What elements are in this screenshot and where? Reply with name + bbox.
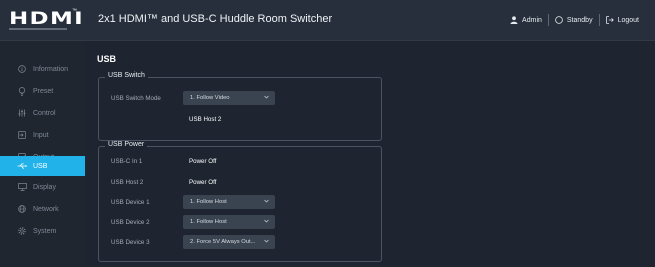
- bulb-icon: [17, 86, 27, 96]
- gear-icon: [17, 227, 27, 235]
- usb-device-2-select[interactable]: 1. Follow Host: [183, 215, 275, 229]
- info-icon: [17, 65, 27, 73]
- usb-device-3-select[interactable]: 2. Force 5V Always Out...: [183, 235, 275, 249]
- chevron-down-icon: [264, 239, 269, 245]
- sidebar-item-label: Control: [33, 109, 56, 117]
- logout-button[interactable]: Logout: [600, 16, 645, 24]
- usb-power-group: USB Power USB-C In 1 Power Off USB Host …: [98, 141, 382, 262]
- user-menu[interactable]: Admin: [504, 16, 548, 24]
- user-label: Admin: [522, 16, 542, 24]
- usb-device-2-label: USB Device 2: [111, 219, 150, 226]
- chevron-down-icon: [264, 219, 269, 225]
- input-icon: [17, 131, 27, 139]
- usb-switch-group: USB Switch USB Switch Mode 1. Follow Vid…: [98, 72, 382, 141]
- standby-label: Standby: [566, 16, 593, 24]
- top-actions: Admin Standby Logout: [504, 0, 645, 40]
- sliders-icon: [17, 109, 27, 117]
- select-value: 2. Force 5V Always Out...: [190, 239, 256, 245]
- logo-tagline: [9, 28, 67, 30]
- sidebar-item-preset[interactable]: Preset: [0, 81, 85, 101]
- monitor-icon: [17, 183, 27, 191]
- sidebar-item-label: Display: [33, 183, 56, 191]
- chevron-down-icon: [264, 95, 269, 101]
- sidebar-item-label: Network: [33, 205, 59, 213]
- main-content: USB USB Switch USB Switch Mode 1. Follow…: [85, 41, 655, 267]
- sidebar: Information Preset Control Input Output …: [0, 41, 86, 267]
- standby-button[interactable]: Standby: [549, 16, 599, 24]
- usb-host-2-value: Power Off: [189, 179, 217, 186]
- select-value: 1. Follow Video: [190, 95, 230, 101]
- sidebar-item-control[interactable]: Control: [0, 103, 85, 123]
- usb-switch-status: USB Host 2: [189, 116, 222, 123]
- usb-host-2-label: USB Host 2: [111, 179, 144, 186]
- power-icon: [555, 16, 563, 24]
- usb-switch-mode-label: USB Switch Mode: [111, 95, 161, 102]
- usb-switch-mode-select[interactable]: 1. Follow Video: [183, 91, 275, 105]
- select-value: 1. Follow Host: [190, 219, 227, 225]
- usb-power-legend: USB Power: [105, 141, 148, 148]
- sidebar-item-label: USB: [33, 162, 48, 170]
- page-title: USB: [97, 54, 117, 64]
- usb-switch-legend: USB Switch: [105, 72, 148, 79]
- sidebar-item-label: Input: [33, 131, 49, 139]
- sidebar-item-label: Preset: [33, 87, 54, 95]
- sidebar-item-label: Information: [33, 65, 69, 73]
- usb-device-1-label: USB Device 1: [111, 199, 150, 206]
- sidebar-item-network[interactable]: Network: [0, 199, 85, 219]
- sidebar-item-input[interactable]: Input: [0, 125, 85, 145]
- chevron-down-icon: [264, 199, 269, 205]
- user-icon: [510, 16, 518, 24]
- usb-icon: [17, 162, 27, 170]
- top-bar: HDMI ™ 2x1 HDMI™ and USB-C Huddle Room S…: [0, 0, 655, 41]
- logout-label: Logout: [617, 16, 639, 24]
- sidebar-item-information[interactable]: Information: [0, 59, 85, 79]
- sidebar-item-system[interactable]: System: [0, 221, 85, 241]
- logout-icon: [605, 16, 614, 24]
- app-title: 2x1 HDMI™ and USB-C Huddle Room Switcher: [98, 13, 333, 25]
- sidebar-item-label: System: [33, 227, 57, 235]
- usb-device-1-select[interactable]: 1. Follow Host: [183, 195, 275, 209]
- usb-c-in-1-value: Power Off: [189, 158, 217, 165]
- globe-icon: [17, 205, 27, 213]
- usb-device-3-label: USB Device 3: [111, 239, 150, 246]
- sidebar-item-display[interactable]: Display: [0, 177, 85, 197]
- hdmi-logo: HDMI ™: [9, 8, 85, 30]
- sidebar-item-usb[interactable]: USB: [0, 156, 85, 176]
- select-value: 1. Follow Host: [190, 199, 227, 205]
- usb-c-in-1-label: USB-C In 1: [111, 158, 143, 165]
